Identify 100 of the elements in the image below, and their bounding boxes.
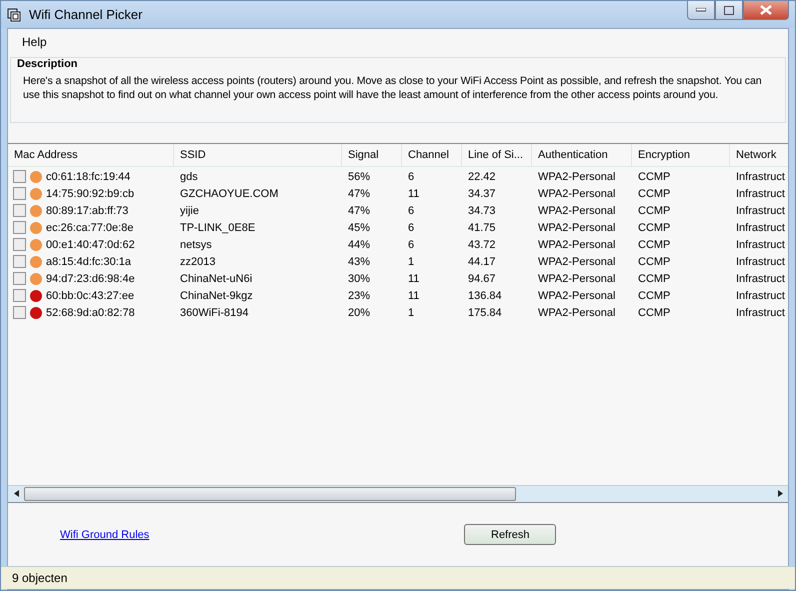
scroll-right-icon[interactable] [778,490,782,496]
table-cell-text: WPA2-Personal [537,272,616,284]
table-cell-text: Infrastruct [735,272,786,284]
column-header[interactable]: Encryption [632,144,730,167]
list-row[interactable]: c0:61:18:fc:19:44 gds 56% 6 22.42 WPA2-Personal CCMP Infrastruct [8,168,788,185]
checkbox[interactable] [13,238,26,251]
list-row[interactable]: ec:26:ca:77:0e:8e TP-LINK_0E8E 45% 6 41.75 WPA2-Personal CCMP Infrastruct [8,219,788,236]
column-header[interactable]: Line of Si... [462,144,532,167]
table-cell-text: ChinaNet-9kgz [179,290,254,302]
table-cell-text: 43.72 [467,238,497,250]
column-header[interactable]: Channel [402,144,462,167]
table-cell-text: CCMP [637,170,672,182]
checkbox[interactable] [13,204,26,217]
table-cell-text: WPA2-Personal [537,290,616,302]
table-cell-text: 47% [347,204,372,216]
table-cell: 94:d7:23:d6:98:4e [46,272,135,284]
table-cell-text: 11 [407,290,420,302]
table-cell-text: Infrastruct [735,238,786,250]
horizontal-scrollbar[interactable] [8,485,788,502]
table-cell-text: TP-LINK_0E8E [179,222,256,234]
checkbox[interactable] [13,221,26,234]
app-icon [7,8,21,22]
table-cell-text: 360WiFi-8194 [179,306,250,318]
column-header[interactable]: SSID [174,144,342,167]
table-cell-text: GZCHAOYUE.COM [179,188,280,200]
checkbox[interactable] [13,289,26,302]
checkbox[interactable] [13,170,26,183]
table-cell-text: 94.67 [467,272,497,284]
table-cell-text: WPA2-Personal [537,188,616,200]
table-cell-text: 175.84 [467,306,503,318]
table-cell-text: WPA2-Personal [537,204,616,216]
checkbox[interactable] [13,187,26,200]
table-cell-text: CCMP [637,222,672,234]
table-cell-text: 11 [407,272,420,284]
table-cell-text: WPA2-Personal [537,256,616,268]
table-cell-text: 45% [347,222,372,234]
table-cell-text: CCMP [637,290,672,302]
table-cell-text: 136.84 [467,290,503,302]
table-cell-text: CCMP [637,306,672,318]
column-header[interactable]: Mac Address [8,144,174,167]
table-cell-text: ChinaNet-uN6i [179,272,254,284]
table-cell-text: CCMP [637,204,672,216]
list-row[interactable]: 94:d7:23:d6:98:4e ChinaNet-uN6i 30% 11 94.67 WPA2-Personal CCMP Infrastruct [8,270,788,287]
table-cell-text: zz2013 [179,256,216,268]
column-header[interactable]: Signal [342,144,402,167]
close-button[interactable] [743,1,789,20]
minimize-button[interactable] [687,1,715,20]
table-cell-text: WPA2-Personal [537,222,616,234]
table-cell-text: Infrastruct [735,256,786,268]
table-cell-text: Infrastruct [735,290,786,302]
table-cell-text: 22.42 [467,170,497,182]
description-text: Here's a snapshot of all the wireless access points (routers) around you. Move as close to your WiFi Access Point as possible, and refresh the snapshot. You can use this snapshot to find out on what channel your own access point will have the least amount of interference from the other access points around you. [22,74,763,102]
column-header[interactable]: Authentication [532,144,632,167]
scroll-thumb[interactable] [24,487,516,501]
maximize-icon [724,6,734,14]
checkbox[interactable] [13,306,26,319]
table-cell: a8:15:4d:fc:30:1a [46,256,132,268]
column-header[interactable]: Network [730,144,788,167]
close-icon [760,5,772,15]
table-cell-text: WPA2-Personal [537,170,616,182]
table-cell-text: 6 [407,204,416,216]
table-cell-text: 11 [407,188,420,200]
list-row[interactable]: 00:e1:40:47:0d:62 netsys 44% 6 43.72 WPA2-Personal CCMP Infrastruct [8,236,788,253]
scroll-left-icon[interactable] [14,490,18,496]
list-row[interactable]: a8:15:4d:fc:30:1a zz2013 43% 1 44.17 WPA2-Personal CCMP Infrastruct [8,253,788,270]
menu-item[interactable]: Help [14,33,55,51]
status-text: 9 objecten [12,571,68,585]
table-cell-text: 34.37 [467,188,497,200]
table-cell-text: 6 [407,238,416,250]
table-cell-text: 23% [347,290,372,302]
list-row[interactable]: 60:bb:0c:43:27:ee ChinaNet-9kgz 23% 11 136.84 WPA2-Personal CCMP Infrastruct [8,287,788,304]
table-cell-text: yijie [179,204,200,216]
window-title: Wifi Channel Picker [29,7,142,22]
table-cell-text: Infrastruct [735,306,786,318]
table-cell-text: 6 [407,170,416,182]
checkbox[interactable] [13,272,26,285]
table-cell-text: Infrastruct [735,222,786,234]
refresh-button[interactable]: Refresh [464,524,556,545]
table-cell-text: CCMP [637,188,672,200]
table-cell-text: 56% [347,170,372,182]
table-cell-text: 43% [347,256,372,268]
table-cell-text: netsys [179,238,213,250]
list-row[interactable]: 14:75:90:92:b9:cb GZCHAOYUE.COM 47% 11 34.37 WPA2-Personal CCMP Infrastruct [8,185,788,202]
table-cell: 52:68:9d:a0:82:78 [46,306,135,318]
table-cell-text: CCMP [637,272,672,284]
table-cell: 00:e1:40:47:0d:62 [46,238,135,250]
ground-rules-link[interactable]: Wifi Ground Rules [60,528,150,540]
maximize-button[interactable] [715,1,743,20]
table-cell: 14:75:90:92:b9:cb [46,188,134,200]
table-cell-text: 6 [407,222,416,234]
list-row[interactable]: 80:89:17:ab:ff:73 yijie 47% 6 34.73 WPA2-Personal CCMP Infrastruct [8,202,788,219]
list-row[interactable]: 52:68:9d:a0:82:78 360WiFi-8194 20% 1 175.84 WPA2-Personal CCMP Infrastruct [8,304,788,321]
table-cell-text: Infrastruct [735,170,786,182]
table-cell: 60:bb:0c:43:27:ee [46,290,134,302]
table-cell-text: Infrastruct [735,204,786,216]
table-cell-text: 1 [407,306,416,318]
checkbox[interactable] [13,255,26,268]
table-cell-text: gds [179,170,199,182]
table-cell-text: WPA2-Personal [537,306,616,318]
table-cell-text: WPA2-Personal [537,238,616,250]
